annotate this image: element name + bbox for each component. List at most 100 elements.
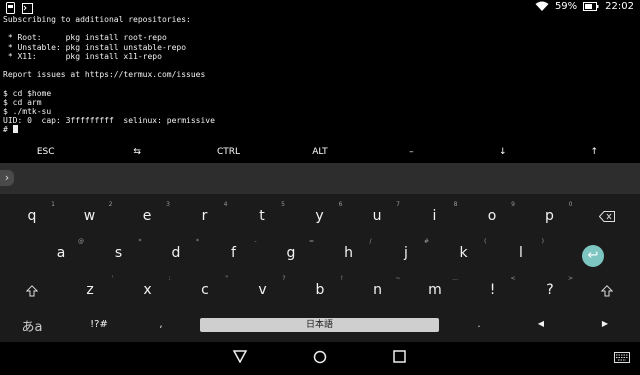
key-hint: 7 [396,201,400,208]
backspace-key[interactable] [578,199,636,233]
key-label: ? [546,282,554,298]
key-label: x [143,282,152,298]
up-arrow-key[interactable]: ↑ [549,141,640,163]
terminal-line: Subscribing to additional repositories: [3,15,191,24]
ctrl-key[interactable]: CTRL [183,141,274,163]
cursor-right-key[interactable]: ▶ [576,307,634,341]
key-hint: 2 [108,201,113,208]
key-u[interactable]: u7 [348,199,406,233]
key-l[interactable]: l) [492,236,550,270]
key-e[interactable]: e3 [118,199,176,233]
tab-key[interactable]: ⇆ [91,141,182,163]
key-hint: : [168,275,171,282]
key-v[interactable]: v? [234,273,292,307]
period-key[interactable]: . [450,307,508,341]
key-o[interactable]: o9 [463,199,521,233]
key-q[interactable]: q1 [3,199,61,233]
wifi-icon [535,1,549,11]
shift-icon [601,285,613,297]
key-p[interactable]: p0 [521,199,579,233]
key-hint: 9 [511,201,515,208]
terminal-prompt: # [3,125,13,135]
enter-key[interactable]: ↩ [582,245,604,267]
terminal-line: Report issues at https://termux.com/issu… [3,70,206,80]
down-arrow-key[interactable]: ↓ [457,141,548,163]
key-c[interactable]: c " [176,273,234,307]
key-h[interactable]: h / [320,236,378,270]
cursor-left-key[interactable]: ◀ [512,307,570,341]
space-key[interactable]: 日本語 [200,318,439,332]
chevron-right-icon[interactable]: › [0,170,14,186]
shift-key-left[interactable] [3,273,61,307]
home-icon[interactable] [313,350,327,364]
key-hint: ... [452,275,458,282]
key-g[interactable]: g = [262,236,320,270]
key-z[interactable]: z ' [61,273,119,307]
key-j[interactable]: j # [377,236,435,270]
clock: 22:02 [605,1,634,12]
shift-key-right[interactable] [578,273,636,307]
symbols-key[interactable]: !?# [70,307,128,341]
text-input-bar[interactable]: › [0,163,640,194]
key-question[interactable]: ? > [521,273,579,307]
key-label: j [404,245,408,261]
keyboard-icon[interactable] [614,352,630,363]
key-t[interactable]: t5 [233,199,291,233]
key-hint: = [308,238,314,245]
key-hint: ( [484,238,487,245]
key-y[interactable]: y6 [291,199,349,233]
key-b[interactable]: b! [291,273,349,307]
key-d[interactable]: d * [147,236,205,270]
battery-icon [583,2,599,11]
notification-icon [22,2,33,14]
key-x[interactable]: x: [119,273,177,307]
key-label: a [56,245,66,261]
key-label: t [259,208,265,224]
key-label: o [487,208,497,224]
key-m[interactable]: m... [406,273,464,307]
back-icon[interactable] [233,350,247,363]
key-r[interactable]: r4 [176,199,234,233]
shift-icon [26,285,38,297]
key-w[interactable]: w2 [61,199,119,233]
key-label: s [114,245,123,261]
terminal-line: $ cd $home [3,88,52,98]
terminal-output[interactable]: Subscribing to additional repositories: … [3,15,637,141]
language-toggle-key[interactable]: あa [3,307,61,341]
key-a[interactable]: a @ [32,236,90,270]
esc-key[interactable]: ESC [0,141,91,163]
key-label: f [231,245,236,261]
key-label: d [171,245,181,261]
enter-icon: ↩ [587,248,599,263]
comma-key[interactable]: , [132,307,190,341]
dash-key[interactable]: – [366,141,457,163]
key-exclamation[interactable]: ! < [464,273,522,307]
battery-percent: 59% [554,1,578,12]
alt-key[interactable]: ALT [274,141,365,163]
key-hint: > [567,275,573,282]
key-hint: ) [541,238,544,245]
key-label: c [201,282,209,298]
key-hint: / [369,238,372,245]
key-label: y [315,208,324,224]
key-s[interactable]: s * [90,236,148,270]
key-hint: ! [340,275,343,282]
key-hint: ~ [395,275,401,282]
key-label: n [373,282,382,298]
key-f[interactable]: f- [205,236,263,270]
key-label: ! [489,282,496,298]
key-n[interactable]: n ~ [349,273,407,307]
key-label: p [545,208,554,224]
key-hint: # [423,238,429,245]
key-i[interactable]: i8 [406,199,464,233]
key-hint: 5 [281,201,285,208]
key-label: m [428,282,442,298]
key-k[interactable]: k( [435,236,493,270]
key-hint: " [225,275,228,282]
key-hint: * [196,238,199,245]
recents-icon[interactable] [393,350,406,363]
backspace-icon [599,211,615,222]
key-label: r [201,208,208,224]
key-label: q [27,208,37,224]
terminal-line: * Unstable: pkg install unstable-repo [3,42,187,52]
